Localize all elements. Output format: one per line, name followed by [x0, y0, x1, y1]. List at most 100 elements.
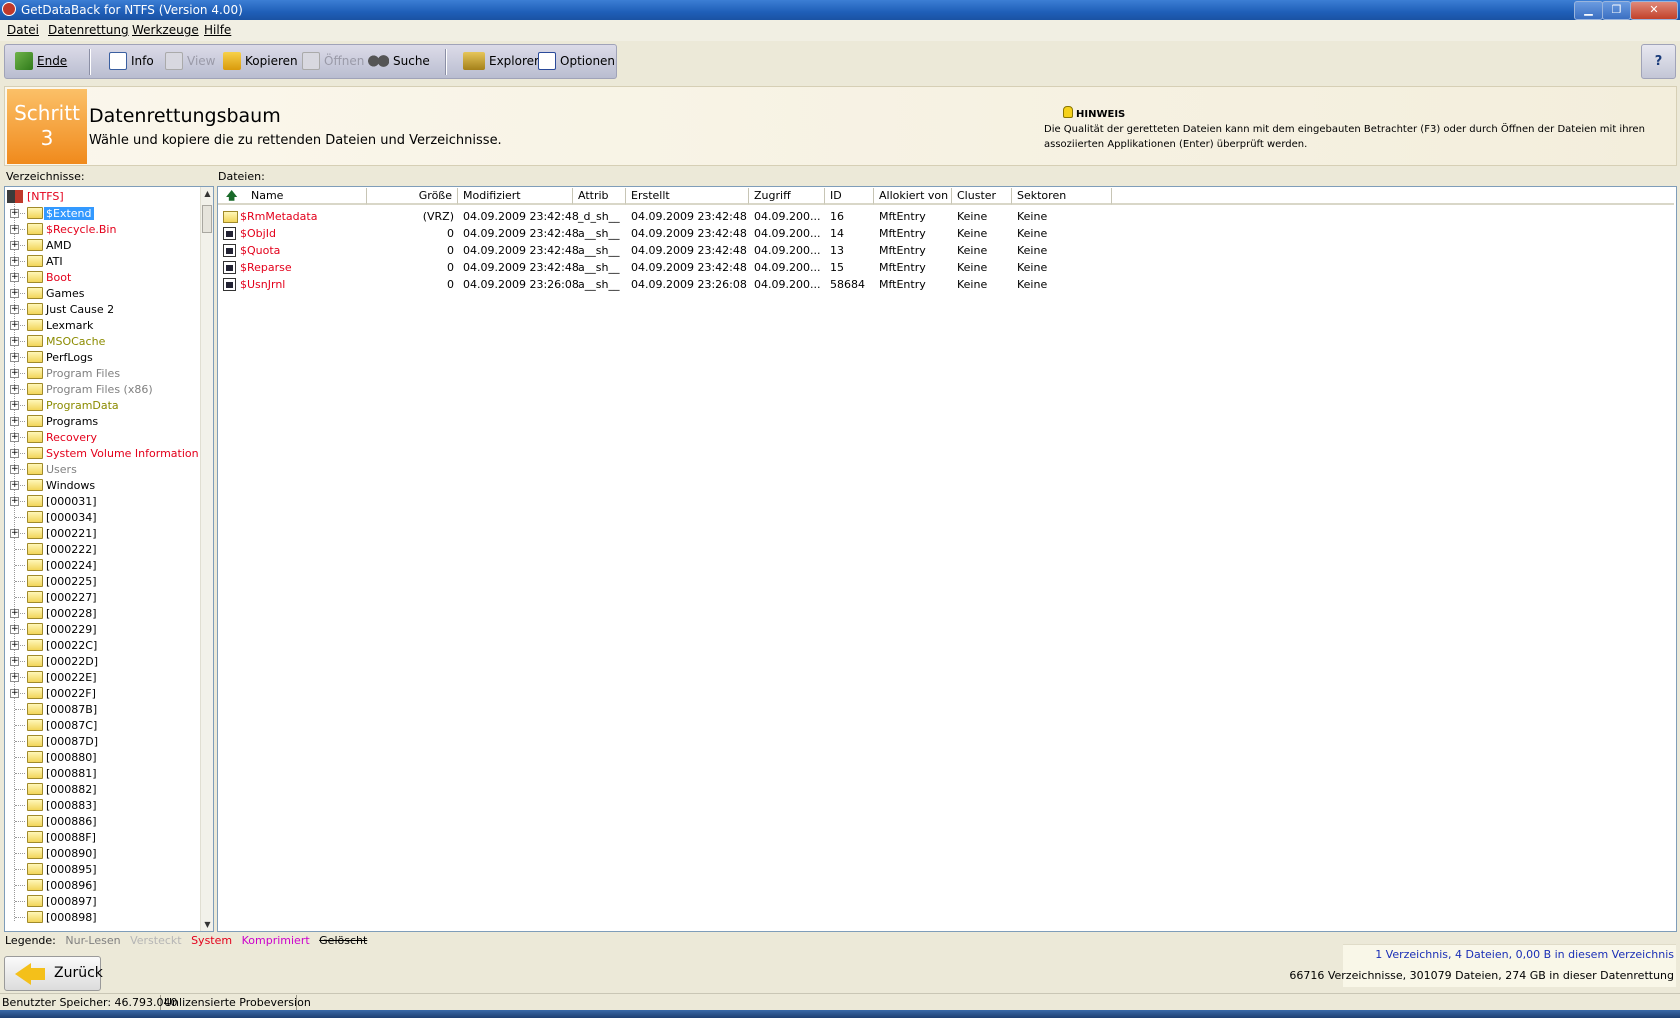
scroll-up-icon[interactable]: ▲: [201, 187, 213, 200]
expand-icon[interactable]: +: [10, 689, 19, 698]
tree-node[interactable]: [000227]: [5, 589, 200, 605]
info-button[interactable]: Info: [109, 52, 154, 70]
tree-node[interactable]: [000897]: [5, 893, 200, 909]
scroll-thumb[interactable]: [202, 205, 212, 233]
tree-node[interactable]: + [000221]: [5, 525, 200, 541]
expand-icon[interactable]: +: [10, 625, 19, 634]
col-cluster[interactable]: Cluster: [952, 188, 1012, 205]
col-name[interactable]: 🡅 Name: [218, 188, 367, 205]
tree-node[interactable]: + Recovery: [5, 429, 200, 445]
expand-icon[interactable]: +: [10, 417, 19, 426]
menu-hilfe[interactable]: Hilfe: [204, 23, 231, 37]
tree-node[interactable]: + Programs: [5, 413, 200, 429]
menu-werkzeuge[interactable]: Werkzeuge: [132, 23, 199, 37]
tree-node[interactable]: + Games: [5, 285, 200, 301]
col-id[interactable]: ID: [825, 188, 874, 205]
tree-node[interactable]: [000882]: [5, 781, 200, 797]
tree-node[interactable]: + Windows: [5, 477, 200, 493]
tree-node[interactable]: [000880]: [5, 749, 200, 765]
table-row[interactable]: $Reparse 0 04.09.2009 23:42:48 a__sh__ 04.09…: [218, 259, 1674, 276]
tree-node[interactable]: [00087B]: [5, 701, 200, 717]
expand-icon[interactable]: +: [10, 465, 19, 474]
kopieren-button[interactable]: Kopieren: [223, 52, 298, 70]
expand-icon[interactable]: +: [10, 401, 19, 410]
tree-node[interactable]: + ATI: [5, 253, 200, 269]
expand-icon[interactable]: +: [10, 289, 19, 298]
tree-scrollbar[interactable]: ▲ ▼: [200, 187, 213, 931]
tree-node[interactable]: + [00022D]: [5, 653, 200, 669]
tree-node[interactable]: + [000031]: [5, 493, 200, 509]
tree-node[interactable]: + PerfLogs: [5, 349, 200, 365]
expand-icon[interactable]: +: [10, 241, 19, 250]
col-size[interactable]: Größe: [367, 188, 458, 205]
tree-node[interactable]: + $Recycle.Bin: [5, 221, 200, 237]
tree-node[interactable]: [000225]: [5, 573, 200, 589]
expand-icon[interactable]: +: [10, 321, 19, 330]
help-button[interactable]: ?: [1641, 44, 1676, 79]
expand-icon[interactable]: +: [10, 433, 19, 442]
menu-datenrettung[interactable]: Datenrettung: [48, 23, 129, 37]
tree-node[interactable]: + $Extend: [5, 205, 200, 221]
col-created[interactable]: Erstellt: [626, 188, 749, 205]
minimize-button[interactable]: ▁: [1574, 1, 1603, 20]
table-row[interactable]: $UsnJrnl 0 04.09.2009 23:26:08 a__sh__ 04.09…: [218, 276, 1674, 293]
app-icon[interactable]: [2, 2, 16, 16]
tree-node[interactable]: [000895]: [5, 861, 200, 877]
tree-node[interactable]: + ProgramData: [5, 397, 200, 413]
tree-node[interactable]: [00088F]: [5, 829, 200, 845]
tree-node[interactable]: + AMD: [5, 237, 200, 253]
tree-node[interactable]: [00087D]: [5, 733, 200, 749]
tree-node[interactable]: + [000229]: [5, 621, 200, 637]
tree-node[interactable]: + [00022E]: [5, 669, 200, 685]
oeffnen-button[interactable]: Öffnen: [302, 52, 364, 70]
expand-icon[interactable]: +: [10, 305, 19, 314]
tree-node[interactable]: + System Volume Information: [5, 445, 200, 461]
tree-node[interactable]: + [00022F]: [5, 685, 200, 701]
col-alloc[interactable]: Allokiert von: [874, 188, 952, 205]
expand-icon[interactable]: +: [10, 497, 19, 506]
expand-icon[interactable]: +: [10, 673, 19, 682]
col-modified[interactable]: Modifiziert: [458, 188, 573, 205]
tree-node[interactable]: [000034]: [5, 509, 200, 525]
file-list[interactable]: 🡅 Name Größe Modifiziert Attrib Erstellt…: [217, 186, 1677, 932]
tree-node[interactable]: [000890]: [5, 845, 200, 861]
tree-node[interactable]: + Lexmark: [5, 317, 200, 333]
tree-node[interactable]: + Users: [5, 461, 200, 477]
view-button[interactable]: View: [165, 52, 215, 70]
tree-node[interactable]: [000886]: [5, 813, 200, 829]
tree-node[interactable]: [000224]: [5, 557, 200, 573]
expand-icon[interactable]: +: [10, 209, 19, 218]
expand-icon[interactable]: +: [10, 353, 19, 362]
col-sectors[interactable]: Sektoren: [1012, 188, 1112, 205]
col-access[interactable]: Zugriff: [749, 188, 825, 205]
expand-icon[interactable]: +: [10, 337, 19, 346]
restore-button[interactable]: ❐: [1602, 1, 1631, 20]
scroll-down-icon[interactable]: ▼: [201, 918, 213, 931]
explorer-button[interactable]: Explorer: [463, 52, 539, 70]
expand-icon[interactable]: +: [10, 257, 19, 266]
expand-icon[interactable]: +: [10, 657, 19, 666]
expand-icon[interactable]: +: [10, 641, 19, 650]
table-row[interactable]: $Quota 0 04.09.2009 23:42:48 a__sh__ 04.09.2…: [218, 242, 1674, 259]
expand-icon[interactable]: +: [10, 481, 19, 490]
expand-icon[interactable]: +: [10, 449, 19, 458]
expand-icon[interactable]: +: [10, 609, 19, 618]
tree-node[interactable]: + Boot: [5, 269, 200, 285]
suche-button[interactable]: Suche: [367, 52, 430, 70]
expand-icon[interactable]: +: [10, 529, 19, 538]
tree-node[interactable]: + Program Files: [5, 365, 200, 381]
table-row[interactable]: $RmMetadata (VRZ) 04.09.2009 23:42:48 _d_sh…: [218, 208, 1674, 225]
tree-node[interactable]: + Just Cause 2: [5, 301, 200, 317]
menu-datei[interactable]: Datei: [7, 23, 39, 37]
back-button[interactable]: Zurück: [4, 956, 103, 991]
expand-icon[interactable]: +: [10, 225, 19, 234]
col-attrib[interactable]: Attrib: [573, 188, 626, 205]
ende-button[interactable]: Ende: [15, 52, 67, 70]
tree-node[interactable]: [00087C]: [5, 717, 200, 733]
tree-node[interactable]: [000881]: [5, 765, 200, 781]
table-row[interactable]: $ObjId 0 04.09.2009 23:42:48 a__sh__ 04.09.2…: [218, 225, 1674, 242]
tree-node[interactable]: [000898]: [5, 909, 200, 925]
expand-icon[interactable]: +: [10, 273, 19, 282]
expand-icon[interactable]: +: [10, 369, 19, 378]
tree-node[interactable]: [000222]: [5, 541, 200, 557]
